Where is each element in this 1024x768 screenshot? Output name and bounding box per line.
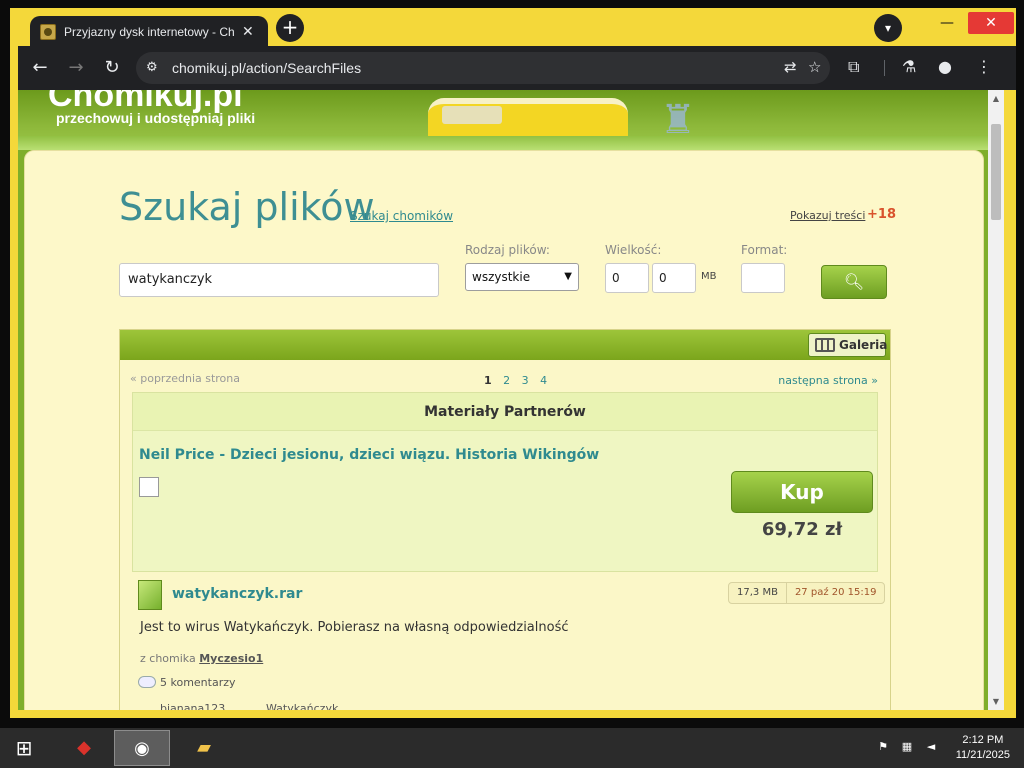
search-input[interactable]: watykanczyk <box>119 263 439 297</box>
vertical-scrollbar[interactable]: ▲ ▼ <box>988 90 1004 710</box>
taskbar-chrome-icon[interactable]: ◉ <box>114 730 170 766</box>
size-max-input[interactable]: 0 <box>652 263 696 293</box>
close-tab-icon[interactable]: ✕ <box>242 24 254 40</box>
grid-icon <box>815 338 835 352</box>
page-link-2[interactable]: 2 <box>503 374 510 387</box>
partial-user-link[interactable]: bianana123 <box>160 702 225 710</box>
page-link-3[interactable]: 3 <box>522 374 529 387</box>
previous-page-link[interactable]: « poprzednia strona <box>130 372 240 385</box>
show-content-link[interactable]: Pokazuj treści <box>790 209 865 222</box>
labs-flask-icon[interactable]: ⚗ <box>902 57 916 77</box>
file-owner: z chomika Myczesio1 <box>140 652 263 665</box>
toolbar-divider <box>884 60 885 76</box>
file-meta-badge: 17,3 MB 27 paź 20 15:19 <box>728 582 886 604</box>
comments-link[interactable]: 5 komentarzy <box>160 676 236 689</box>
translate-icon[interactable]: ⇄ <box>784 58 797 76</box>
site-banner: Chomikuj.pl przechowuj i udostępniaj pli… <box>18 90 988 150</box>
menu-kebab-icon[interactable]: ⋮ <box>976 57 992 77</box>
taskbar-clock[interactable]: 2:12 PM 11/21/2025 <box>956 733 1010 763</box>
bookmark-star-icon[interactable]: ☆ <box>808 58 821 76</box>
forward-arrow-icon[interactable]: → <box>64 56 88 80</box>
search-icon: 🔍︎ <box>843 272 865 291</box>
gallery-label: Galeria <box>839 338 888 352</box>
file-type-value: wszystkie <box>472 270 531 284</box>
clock-time: 2:12 PM <box>962 734 1004 746</box>
pagination: 1 2 3 4 <box>484 374 555 387</box>
new-tab-button[interactable]: + <box>276 14 304 42</box>
file-type-select[interactable]: wszystkie ▼ <box>465 263 579 291</box>
from-prefix: z chomika <box>140 652 196 665</box>
tab-chomikuj[interactable]: Przyjazny dysk internetowy - Ch ✕ <box>30 16 268 48</box>
reload-icon[interactable]: ↻ <box>100 56 124 80</box>
taskbar-file-explorer-icon[interactable]: ▰ <box>176 730 232 766</box>
file-type-label: Rodzaj plików: <box>465 243 550 257</box>
close-window-button[interactable]: ✕ <box>968 12 1014 34</box>
page-link-1[interactable]: 1 <box>484 374 492 387</box>
file-size: 17,3 MB <box>729 583 787 603</box>
scroll-down-arrow-icon[interactable]: ▼ <box>991 697 1001 706</box>
search-hamsters-link[interactable]: Szukaj chomików <box>350 209 453 223</box>
page-viewport: Chomikuj.pl przechowuj i udostępniaj pli… <box>18 90 988 710</box>
buy-button[interactable]: Kup <box>731 471 873 513</box>
url-text[interactable]: chomikuj.pl/action/SearchFiles <box>172 60 361 76</box>
partner-heading: Materiały Partnerów <box>133 393 877 431</box>
partial-row: bianana123 Watykańczyk <box>138 702 438 710</box>
chevron-down-icon: ▼ <box>564 271 572 282</box>
size-min-input[interactable]: 0 <box>605 263 649 293</box>
partner-materials-box: Materiały Partnerów Neil Price - Dzieci … <box>132 392 878 572</box>
scroll-up-arrow-icon[interactable]: ▲ <box>991 94 1001 103</box>
tab-search-button[interactable]: ▾ <box>874 14 902 42</box>
results-header: Galeria <box>120 330 890 360</box>
file-name-link[interactable]: watykanczyk.rar <box>172 586 302 602</box>
adult-content-badge[interactable]: +18 <box>867 207 896 222</box>
page-link-4[interactable]: 4 <box>540 374 547 387</box>
tab-title: Przyjazny dysk internetowy - Ch <box>64 25 235 39</box>
site-info-icon[interactable]: ⚙ <box>146 60 162 76</box>
search-button[interactable]: 🔍︎ <box>821 265 887 299</box>
tab-bar: Przyjazny dysk internetowy - Ch ✕ + ▾ — … <box>18 10 1016 48</box>
tray-volume-icon[interactable]: ◄ <box>924 740 938 754</box>
search-query-text: watykanczyk <box>128 272 213 287</box>
back-arrow-icon[interactable]: ← <box>28 56 52 80</box>
profile-avatar-icon[interactable]: ● <box>938 57 952 77</box>
extensions-icon[interactable]: ⧉ <box>848 57 859 77</box>
results-box: Galeria « poprzednia strona 1 2 3 4 nast… <box>119 329 891 710</box>
clock-date: 11/21/2025 <box>955 749 1010 761</box>
site-favicon-icon <box>40 24 56 40</box>
windows-taskbar: ⊞ ◆ ◉ ▰ ⚑ ▦ ◄ 2:12 PM 11/21/2025 <box>0 728 1024 768</box>
file-description: Jest to wirus Watykańczyk. Pobierasz na … <box>140 620 569 635</box>
tray-network-icon[interactable]: ▦ <box>900 740 914 754</box>
partner-book-title-link[interactable]: Neil Price - Dzieci jesionu, dzieci wiąz… <box>139 447 599 463</box>
file-date: 27 paź 20 15:19 <box>794 587 877 598</box>
maximize-button[interactable] <box>932 10 966 32</box>
format-input[interactable] <box>741 263 785 293</box>
broken-image-icon[interactable] <box>139 477 159 497</box>
content-panel: Szukaj plików Szukaj chomików Pokazuj tr… <box>24 150 984 710</box>
format-label: Format: <box>741 243 788 257</box>
archive-file-icon[interactable] <box>138 580 162 610</box>
price-label: 69,72 zł <box>761 519 843 540</box>
next-page-link[interactable]: następna strona » <box>778 374 878 387</box>
gallery-view-button[interactable]: Galeria <box>808 333 888 357</box>
site-tagline: przechowuj i udostępniaj pliki <box>56 110 256 126</box>
tray-flag-icon[interactable]: ⚑ <box>876 740 890 754</box>
size-unit-label: MB <box>701 271 717 282</box>
page-title: Szukaj plików <box>119 185 375 229</box>
size-label: Wielkość: <box>605 243 662 257</box>
owner-link[interactable]: Myczesio1 <box>199 652 263 665</box>
windows-start-icon[interactable]: ⊞ <box>10 736 38 760</box>
scroll-thumb[interactable] <box>991 124 1001 220</box>
banner-grass <box>18 136 988 150</box>
browser-toolbar: ← → ↻ ⚙ chomikuj.pl/action/SearchFiles ⇄… <box>18 46 1016 90</box>
partial-folder-link[interactable]: Watykańczyk <box>266 702 338 710</box>
comment-bubble-icon <box>138 676 156 688</box>
address-bar[interactable]: ⚙ chomikuj.pl/action/SearchFiles ⇄ ☆ <box>136 52 830 84</box>
taskbar-app-red-icon[interactable]: ◆ <box>56 730 112 766</box>
